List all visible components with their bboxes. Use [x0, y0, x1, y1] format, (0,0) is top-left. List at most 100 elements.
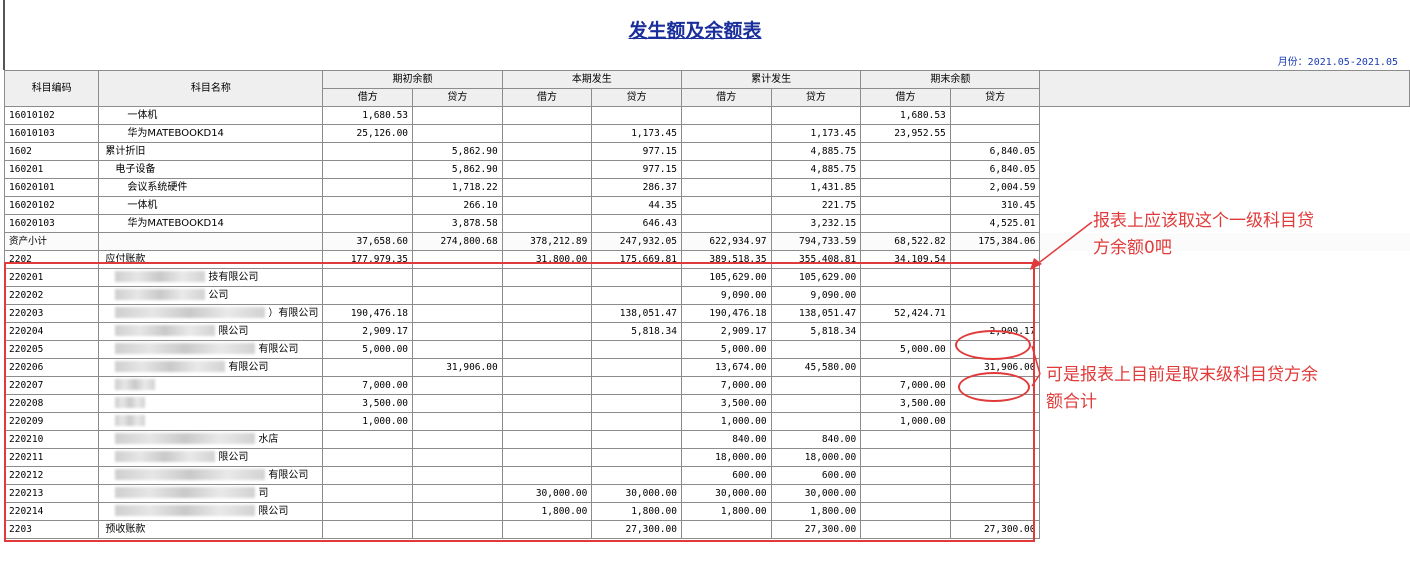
- current-credit-cell[interactable]: [591, 430, 682, 449]
- opening-credit-cell[interactable]: 5,862.90: [412, 160, 503, 179]
- opening-debit-cell[interactable]: 1,000.00: [322, 412, 414, 431]
- closing-credit-cell[interactable]: [949, 376, 1041, 395]
- current-debit-cell[interactable]: [501, 178, 593, 197]
- account-name-cell[interactable]: [98, 394, 324, 413]
- cumulative-debit-cell[interactable]: 1,800.00: [680, 502, 772, 521]
- cumulative-credit-cell[interactable]: 4,885.75: [770, 160, 862, 179]
- current-debit-cell[interactable]: [501, 340, 593, 359]
- cumulative-credit-cell[interactable]: 4,885.75: [770, 142, 862, 161]
- account-code-cell[interactable]: 16010102: [3, 106, 100, 125]
- opening-debit-cell[interactable]: 1,680.53: [322, 106, 414, 125]
- cumulative-debit-cell[interactable]: [680, 214, 772, 233]
- closing-credit-cell[interactable]: [949, 124, 1041, 143]
- closing-debit-cell[interactable]: 5,000.00: [860, 340, 951, 359]
- cumulative-debit-cell[interactable]: 2,909.17: [680, 322, 772, 341]
- opening-credit-cell[interactable]: [412, 448, 503, 467]
- account-code-cell[interactable]: 2202: [3, 250, 100, 269]
- account-name-cell[interactable]: 华为MATEBOOKD14: [98, 214, 324, 233]
- current-debit-cell[interactable]: [501, 448, 593, 467]
- closing-credit-cell[interactable]: 27,300.00: [949, 520, 1041, 539]
- account-name-cell[interactable]: 司: [98, 484, 324, 503]
- closing-debit-cell[interactable]: [860, 484, 951, 503]
- closing-credit-cell[interactable]: 6,840.05: [949, 160, 1041, 179]
- opening-credit-cell[interactable]: [412, 250, 503, 269]
- closing-credit-cell[interactable]: [949, 340, 1041, 359]
- cumulative-debit-cell[interactable]: 7,000.00: [680, 376, 772, 395]
- account-code-cell[interactable]: 220208: [3, 394, 100, 413]
- account-name-cell[interactable]: ）有限公司: [98, 304, 324, 323]
- current-debit-cell[interactable]: [501, 304, 593, 323]
- opening-debit-cell[interactable]: [322, 502, 414, 521]
- current-debit-cell[interactable]: [501, 520, 593, 539]
- current-debit-cell[interactable]: 1,800.00: [501, 502, 593, 521]
- cumulative-debit-cell[interactable]: 13,674.00: [680, 358, 772, 377]
- col-header-debit[interactable]: 借方: [501, 88, 593, 107]
- account-code-cell[interactable]: 160201: [3, 160, 100, 179]
- current-credit-cell[interactable]: 27,300.00: [591, 520, 682, 539]
- account-name-cell[interactable]: 有限公司: [98, 358, 324, 377]
- current-debit-cell[interactable]: [501, 124, 593, 143]
- cumulative-credit-cell[interactable]: 5,818.34: [770, 322, 862, 341]
- current-credit-cell[interactable]: [591, 286, 682, 305]
- closing-credit-cell[interactable]: 2,004.59: [949, 178, 1041, 197]
- opening-debit-cell[interactable]: [322, 142, 414, 161]
- cumulative-credit-cell[interactable]: [770, 106, 862, 125]
- cumulative-debit-cell[interactable]: 600.00: [680, 466, 772, 485]
- table-row[interactable]: 1602 累计折旧 5,862.90 977.15 4,885.75 6,840.05: [3, 142, 1410, 161]
- closing-credit-cell[interactable]: 175,384.06: [949, 232, 1041, 251]
- table-row[interactable]: 16010102 一体机 1,680.53 1,680.53: [3, 106, 1410, 125]
- opening-credit-cell[interactable]: [412, 466, 503, 485]
- col-header-credit[interactable]: 贷方: [770, 88, 862, 107]
- cumulative-credit-cell[interactable]: [770, 340, 862, 359]
- closing-credit-cell[interactable]: [949, 304, 1041, 323]
- account-code-cell[interactable]: 16020101: [3, 178, 100, 197]
- current-credit-cell[interactable]: 44.35: [591, 196, 682, 215]
- closing-debit-cell[interactable]: [860, 196, 951, 215]
- current-credit-cell[interactable]: 247,932.05: [591, 232, 682, 251]
- closing-debit-cell[interactable]: [860, 358, 951, 377]
- opening-debit-cell[interactable]: 25,126.00: [322, 124, 414, 143]
- opening-credit-cell[interactable]: 266.10: [412, 196, 503, 215]
- opening-credit-cell[interactable]: [412, 376, 503, 395]
- opening-debit-cell[interactable]: [322, 214, 414, 233]
- opening-debit-cell[interactable]: 177,979.35: [322, 250, 414, 269]
- account-name-cell[interactable]: 限公司: [98, 322, 324, 341]
- opening-credit-cell[interactable]: [412, 304, 503, 323]
- cumulative-credit-cell[interactable]: 18,000.00: [770, 448, 862, 467]
- account-name-cell[interactable]: 电子设备: [98, 160, 324, 179]
- account-code-cell[interactable]: 220204: [3, 322, 100, 341]
- cumulative-credit-cell[interactable]: 355,408.81: [770, 250, 862, 269]
- cumulative-debit-cell[interactable]: [680, 106, 772, 125]
- closing-debit-cell[interactable]: [860, 430, 951, 449]
- opening-credit-cell[interactable]: [412, 430, 503, 449]
- cumulative-credit-cell[interactable]: 840.00: [770, 430, 862, 449]
- account-code-cell[interactable]: 220210: [3, 430, 100, 449]
- current-credit-cell[interactable]: [591, 376, 682, 395]
- closing-debit-cell[interactable]: 3,500.00: [860, 394, 951, 413]
- account-name-cell[interactable]: 限公司: [98, 502, 324, 521]
- current-credit-cell[interactable]: 138,051.47: [591, 304, 682, 323]
- closing-debit-cell[interactable]: 1,000.00: [860, 412, 951, 431]
- account-code-cell[interactable]: 220207: [3, 376, 100, 395]
- closing-debit-cell[interactable]: 7,000.00: [860, 376, 951, 395]
- current-credit-cell[interactable]: [591, 268, 682, 287]
- closing-debit-cell[interactable]: [860, 160, 951, 179]
- account-name-cell[interactable]: 有限公司: [98, 466, 324, 485]
- account-name-cell[interactable]: [98, 376, 324, 395]
- account-code-cell[interactable]: 220203: [3, 304, 100, 323]
- opening-credit-cell[interactable]: [412, 286, 503, 305]
- col-header-debit[interactable]: 借方: [322, 88, 414, 107]
- cumulative-credit-cell[interactable]: [770, 412, 862, 431]
- current-debit-cell[interactable]: [501, 466, 593, 485]
- table-row[interactable]: 220211 限公司 18,000.00 18,000.00: [3, 448, 1410, 467]
- opening-debit-cell[interactable]: [322, 466, 414, 485]
- closing-credit-cell[interactable]: [949, 448, 1041, 467]
- cumulative-debit-cell[interactable]: [680, 178, 772, 197]
- account-name-cell[interactable]: 累计折旧: [98, 142, 324, 161]
- cumulative-debit-cell[interactable]: [680, 142, 772, 161]
- table-row[interactable]: 220201 技有限公司 105,629.00 105,629.00: [3, 268, 1410, 287]
- account-code-cell[interactable]: 资产小计: [3, 232, 100, 251]
- closing-credit-cell[interactable]: [949, 268, 1041, 287]
- opening-debit-cell[interactable]: 2,909.17: [322, 322, 414, 341]
- closing-credit-cell[interactable]: [949, 106, 1041, 125]
